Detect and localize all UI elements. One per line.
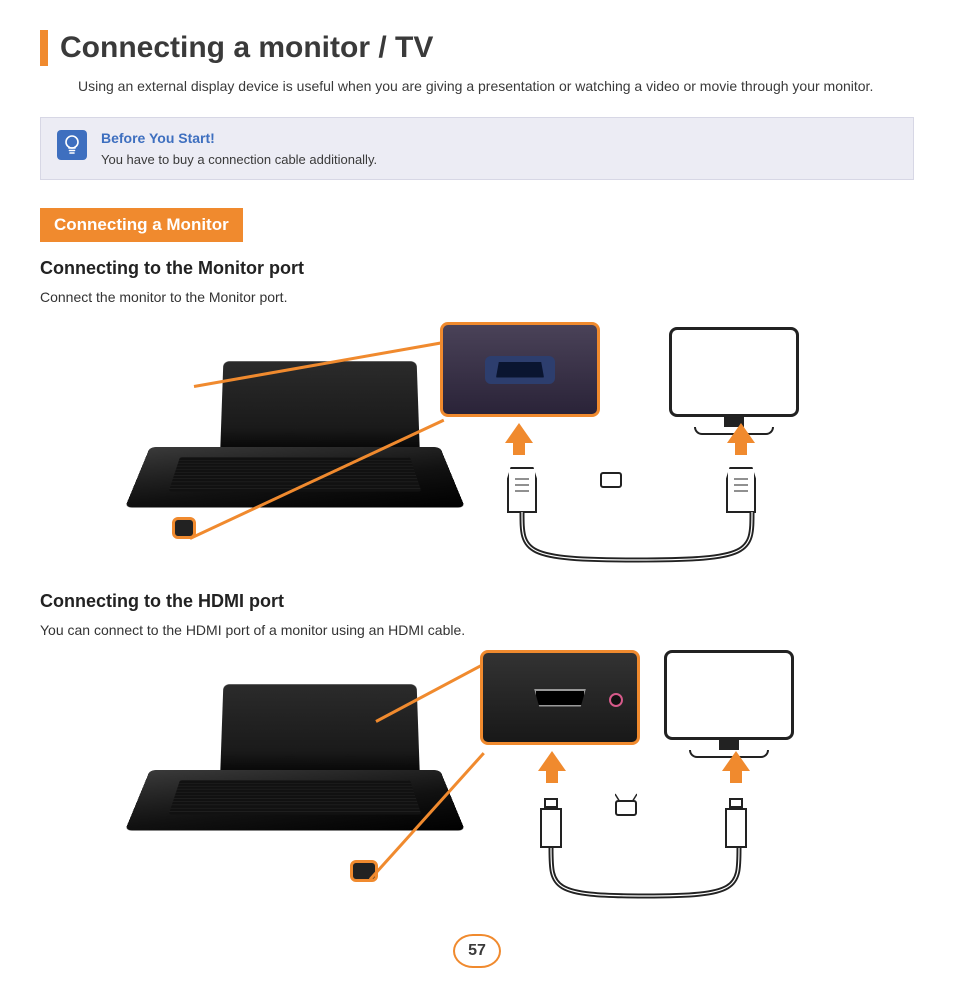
vga-port-zoom [440,322,600,417]
hdmi-port-icon [534,689,586,707]
arrow-up-icon [722,751,750,771]
cable-illustration [540,848,750,908]
intro-text: Using an external display device is usef… [78,76,914,97]
monitor-illustration [664,327,804,437]
vga-connector-icon [726,467,756,513]
tv-icon [615,800,637,816]
title-accent-bar [40,30,48,66]
page-number: 57 [453,934,501,968]
arrow-up-icon [505,423,533,443]
tip-callout: Before You Start! You have to buy a conn… [40,117,914,180]
tip-content: Before You Start! You have to buy a conn… [101,130,377,167]
hdmi-port-zoom [480,650,640,745]
cable-illustration [507,512,767,572]
tip-title: Before You Start! [101,130,377,146]
subsection-heading-monitor-port: Connecting to the Monitor port [40,258,914,279]
page-title-row: Connecting a monitor / TV [40,30,914,66]
audio-jack-icon [609,693,623,707]
figure-vga-connection [40,317,914,567]
hdmi-connector-icon [540,808,562,848]
monitor-illustration [659,650,799,760]
subsection-body-hdmi-port: You can connect to the HDMI port of a mo… [40,622,914,638]
subsection-heading-hdmi-port: Connecting to the HDMI port [40,591,914,612]
subsection-body-monitor-port: Connect the monitor to the Monitor port. [40,289,914,305]
vga-connector-icon [507,467,537,513]
figure-hdmi-connection [40,650,914,910]
hdmi-connector-icon [725,808,747,848]
display-icon [600,472,622,488]
page-title: Connecting a monitor / TV [60,31,433,65]
laptop-illustration [150,680,440,860]
section-heading: Connecting a Monitor [40,208,243,242]
lightbulb-icon [57,130,87,160]
vga-port-icon [485,356,555,384]
page-footer: 57 [40,934,914,968]
tip-body: You have to buy a connection cable addit… [101,152,377,167]
arrow-up-icon [727,423,755,443]
arrow-up-icon [538,751,566,771]
